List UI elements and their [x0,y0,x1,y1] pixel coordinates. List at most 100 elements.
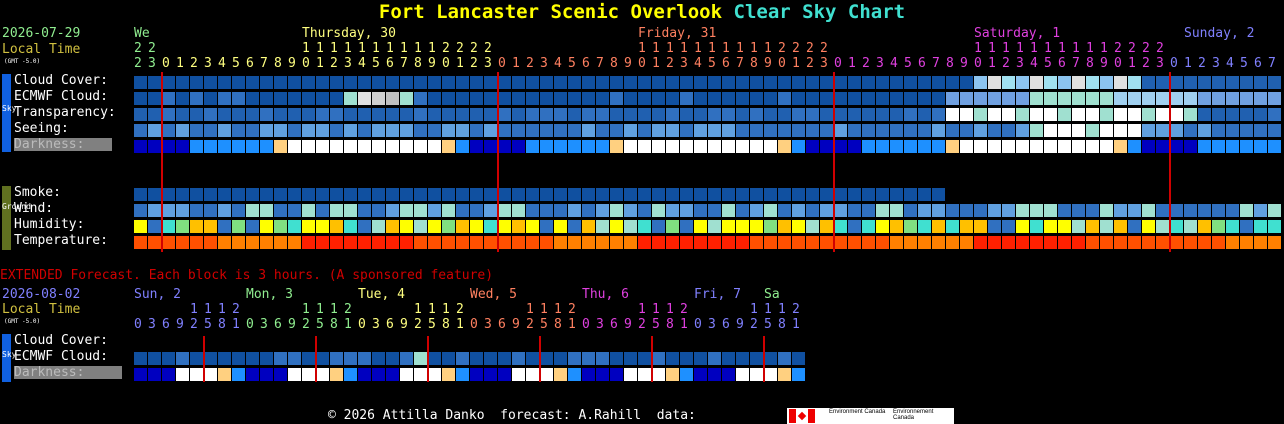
ext-darkness-cell[interactable] [792,368,805,381]
ext-darkness-cell[interactable] [484,368,497,381]
ext-darkness-cell[interactable] [526,368,539,381]
transparency-cell[interactable] [582,108,595,121]
wind-cell[interactable] [610,204,623,217]
ext-cloud-cell[interactable] [330,352,343,365]
transparency-cell[interactable] [148,108,161,121]
humidity-cell[interactable] [470,220,483,233]
humidity-cell[interactable] [148,220,161,233]
temperature-cell[interactable] [1226,236,1239,249]
cloud-cover-cell[interactable] [904,76,917,89]
transparency-cell[interactable] [400,108,413,121]
ecmwf-cloud-cell[interactable] [666,92,679,105]
darkness-cell[interactable] [1226,140,1239,153]
ecmwf-cloud-cell[interactable] [1254,92,1267,105]
ext-cloud-cell[interactable] [554,352,567,365]
cloud-cover-cell[interactable] [638,76,651,89]
humidity-cell[interactable] [386,220,399,233]
smoke-cell[interactable] [624,188,637,201]
ext-darkness-cell[interactable] [162,368,175,381]
humidity-cell[interactable] [1170,220,1183,233]
wind-cell[interactable] [176,204,189,217]
ecmwf-cloud-cell[interactable] [162,92,175,105]
seeing-cell[interactable] [680,124,693,137]
seeing-cell[interactable] [554,124,567,137]
wind-cell[interactable] [1226,204,1239,217]
humidity-cell[interactable] [1128,220,1141,233]
ext-cloud-cell[interactable] [526,352,539,365]
temperature-cell[interactable] [260,236,273,249]
humidity-cell[interactable] [512,220,525,233]
transparency-cell[interactable] [1198,108,1211,121]
humidity-cell[interactable] [708,220,721,233]
transparency-cell[interactable] [1212,108,1225,121]
seeing-cell[interactable] [288,124,301,137]
temperature-cell[interactable] [974,236,987,249]
humidity-cell[interactable] [274,220,287,233]
smoke-cell[interactable] [932,188,945,201]
temperature-cell[interactable] [1072,236,1085,249]
ext-cloud-cell[interactable] [484,352,497,365]
cloud-cover-cell[interactable] [456,76,469,89]
wind-cell[interactable] [372,204,385,217]
smoke-cell[interactable] [610,188,623,201]
cloud-cover-cell[interactable] [1058,76,1071,89]
smoke-cell[interactable] [554,188,567,201]
cloud-cover-cell[interactable] [176,76,189,89]
cloud-cover-cell[interactable] [1030,76,1043,89]
seeing-cell[interactable] [610,124,623,137]
transparency-cell[interactable] [344,108,357,121]
temperature-cell[interactable] [470,236,483,249]
humidity-cell[interactable] [1002,220,1015,233]
cloud-cover-cell[interactable] [862,76,875,89]
darkness-cell[interactable] [736,140,749,153]
smoke-cell[interactable] [918,188,931,201]
temperature-cell[interactable] [610,236,623,249]
cloud-cover-cell[interactable] [1002,76,1015,89]
seeing-cell[interactable] [708,124,721,137]
smoke-cell[interactable] [162,188,175,201]
ecmwf-cloud-cell[interactable] [946,92,959,105]
ext-cloud-cell[interactable] [652,352,665,365]
ecmwf-cloud-cell[interactable] [1016,92,1029,105]
ecmwf-cloud-cell[interactable] [1072,92,1085,105]
ecmwf-cloud-cell[interactable] [498,92,511,105]
wind-cell[interactable] [904,204,917,217]
transparency-cell[interactable] [708,108,721,121]
seeing-cell[interactable] [470,124,483,137]
ext-cloud-cell[interactable] [792,352,805,365]
seeing-cell[interactable] [862,124,875,137]
smoke-cell[interactable] [904,188,917,201]
transparency-cell[interactable] [1016,108,1029,121]
transparency-cell[interactable] [918,108,931,121]
darkness-cell[interactable] [1212,140,1225,153]
darkness-cell[interactable] [134,140,147,153]
ext-darkness-cell[interactable] [750,368,763,381]
transparency-cell[interactable] [848,108,861,121]
humidity-cell[interactable] [428,220,441,233]
wind-cell[interactable] [470,204,483,217]
darkness-cell[interactable] [1268,140,1281,153]
darkness-cell[interactable] [1044,140,1057,153]
darkness-cell[interactable] [330,140,343,153]
temperature-cell[interactable] [848,236,861,249]
darkness-cell[interactable] [834,140,847,153]
transparency-cell[interactable] [736,108,749,121]
ext-darkness-cell[interactable] [316,368,329,381]
transparency-cell[interactable] [792,108,805,121]
humidity-cell[interactable] [1198,220,1211,233]
darkness-cell[interactable] [904,140,917,153]
seeing-cell[interactable] [666,124,679,137]
temperature-cell[interactable] [764,236,777,249]
ext-darkness-cell[interactable] [652,368,665,381]
seeing-cell[interactable] [932,124,945,137]
wind-cell[interactable] [442,204,455,217]
temperature-cell[interactable] [1142,236,1155,249]
temperature-cell[interactable] [442,236,455,249]
transparency-cell[interactable] [1170,108,1183,121]
smoke-cell[interactable] [582,188,595,201]
humidity-cell[interactable] [330,220,343,233]
seeing-cell[interactable] [736,124,749,137]
wind-cell[interactable] [652,204,665,217]
transparency-cell[interactable] [1142,108,1155,121]
ext-cloud-cell[interactable] [386,352,399,365]
